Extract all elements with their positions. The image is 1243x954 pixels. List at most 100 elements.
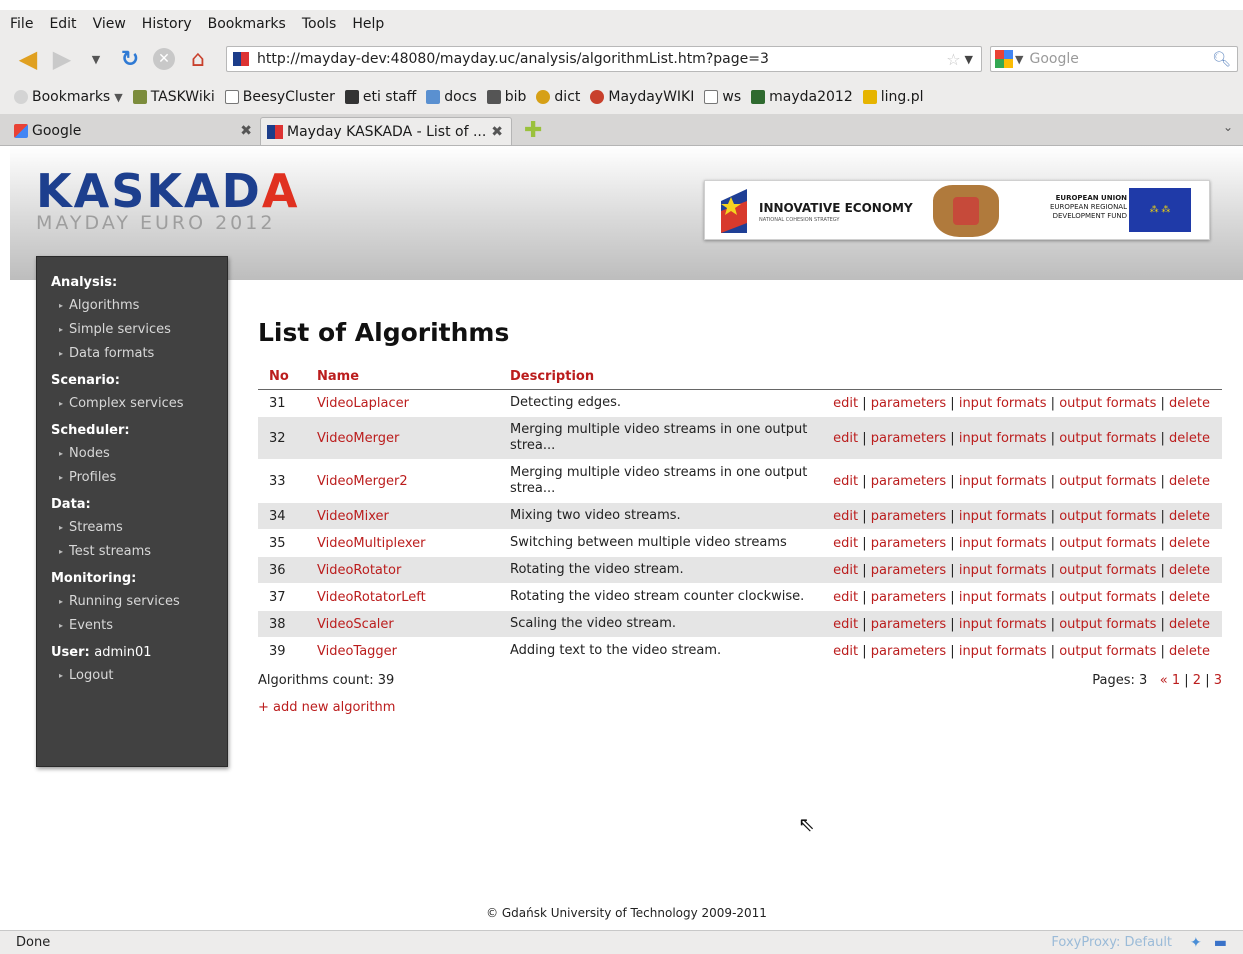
forward-arrow-icon[interactable]: ▶: [48, 45, 76, 73]
close-icon[interactable]: ✖: [240, 123, 252, 139]
bookmark-ws[interactable]: ws: [704, 89, 741, 105]
algorithm-name-link[interactable]: VideoMerger2: [306, 459, 499, 503]
column-header-no[interactable]: No: [258, 369, 306, 390]
parameters-link[interactable]: parameters: [871, 563, 946, 578]
output-formats-link[interactable]: output formats: [1059, 431, 1156, 446]
edit-link[interactable]: edit: [833, 431, 858, 446]
column-header-name[interactable]: Name: [306, 369, 499, 390]
url-text[interactable]: http://mayday-dev:48080/mayday.uc/analys…: [257, 51, 946, 67]
bookmark-beesycluster[interactable]: BeesyCluster: [224, 89, 335, 105]
parameters-link[interactable]: parameters: [871, 617, 946, 632]
sidebar-item-profiles[interactable]: ▸ Profiles: [51, 470, 227, 485]
algorithm-name-link[interactable]: VideoMerger: [306, 416, 499, 460]
input-formats-link[interactable]: input formats: [959, 617, 1047, 632]
delete-link[interactable]: delete: [1169, 396, 1210, 411]
pagination-prev[interactable]: «: [1160, 673, 1168, 688]
delete-link[interactable]: delete: [1169, 590, 1210, 605]
parameters-link[interactable]: parameters: [871, 644, 946, 659]
input-formats-link[interactable]: input formats: [959, 396, 1047, 411]
bookmark-star-icon[interactable]: ☆: [946, 50, 960, 69]
parameters-link[interactable]: parameters: [871, 431, 946, 446]
search-bar[interactable]: ▼ Google 🔍︎: [990, 46, 1238, 72]
new-tab-icon[interactable]: ✚: [524, 118, 542, 143]
stop-button[interactable]: ✕: [150, 45, 178, 73]
close-icon[interactable]: ✖: [491, 124, 503, 140]
menu-help[interactable]: Help: [352, 16, 384, 32]
delete-link[interactable]: delete: [1169, 617, 1210, 632]
output-formats-link[interactable]: output formats: [1059, 474, 1156, 489]
menu-view[interactable]: View: [93, 16, 126, 32]
search-engine-icon[interactable]: [995, 50, 1013, 68]
bookmark-taskwiki[interactable]: TASKWiki: [132, 89, 215, 105]
menu-history[interactable]: History: [142, 16, 192, 32]
edit-link[interactable]: edit: [833, 590, 858, 605]
output-formats-link[interactable]: output formats: [1059, 563, 1156, 578]
menu-bookmarks[interactable]: Bookmarks: [208, 16, 286, 32]
parameters-link[interactable]: parameters: [871, 474, 946, 489]
input-formats-link[interactable]: input formats: [959, 509, 1047, 524]
algorithm-name-link[interactable]: VideoMixer: [306, 502, 499, 530]
output-formats-link[interactable]: output formats: [1059, 617, 1156, 632]
menu-edit[interactable]: Edit: [49, 16, 76, 32]
delete-link[interactable]: delete: [1169, 474, 1210, 489]
url-bar[interactable]: http://mayday-dev:48080/mayday.uc/analys…: [226, 46, 982, 72]
back-arrow-icon[interactable]: ◀: [14, 45, 42, 73]
sidebar-item-complex-services[interactable]: ▸ Complex services: [51, 396, 227, 411]
sidebar-item-running-services[interactable]: ▸ Running services: [51, 594, 227, 609]
sidebar-item-simple-services[interactable]: ▸ Simple services: [51, 322, 227, 337]
bookmark-menu[interactable]: Bookmarks ▼: [14, 89, 123, 105]
sidebar-item-test-streams[interactable]: ▸ Test streams: [51, 544, 227, 559]
parameters-link[interactable]: parameters: [871, 536, 946, 551]
search-icon[interactable]: 🔍︎: [1212, 50, 1231, 68]
edit-link[interactable]: edit: [833, 644, 858, 659]
bookmark-dict[interactable]: dict: [536, 89, 580, 105]
edit-link[interactable]: edit: [833, 536, 858, 551]
sidebar-item-data-formats[interactable]: ▸ Data formats: [51, 346, 227, 361]
delete-link[interactable]: delete: [1169, 644, 1210, 659]
delete-link[interactable]: delete: [1169, 431, 1210, 446]
edit-link[interactable]: edit: [833, 396, 858, 411]
history-dropdown-icon[interactable]: ▼: [82, 45, 110, 73]
menu-file[interactable]: File: [10, 16, 33, 32]
output-formats-link[interactable]: output formats: [1059, 590, 1156, 605]
edit-link[interactable]: edit: [833, 509, 858, 524]
column-header-description[interactable]: Description: [499, 369, 810, 390]
bookmark-mayda2012[interactable]: mayda2012: [751, 89, 853, 105]
input-formats-link[interactable]: input formats: [959, 590, 1047, 605]
delete-link[interactable]: delete: [1169, 563, 1210, 578]
foxyproxy-status[interactable]: FoxyProxy: Default: [1051, 935, 1172, 950]
reload-icon[interactable]: ↻: [116, 45, 144, 73]
delete-link[interactable]: delete: [1169, 509, 1210, 524]
url-dropdown-icon[interactable]: ▼: [965, 53, 973, 66]
menu-tools[interactable]: Tools: [302, 16, 337, 32]
parameters-link[interactable]: parameters: [871, 396, 946, 411]
tab-google[interactable]: Google ✖: [8, 117, 260, 145]
parameters-link[interactable]: parameters: [871, 509, 946, 524]
algorithm-name-link[interactable]: VideoScaler: [306, 610, 499, 638]
bookmark-maydaywiki[interactable]: MaydayWIKI: [590, 89, 694, 105]
output-formats-link[interactable]: output formats: [1059, 644, 1156, 659]
bookmark-docs[interactable]: docs: [426, 89, 477, 105]
input-formats-link[interactable]: input formats: [959, 563, 1047, 578]
delete-link[interactable]: delete: [1169, 536, 1210, 551]
foxyproxy-icon[interactable]: ✦: [1190, 935, 1202, 951]
home-icon[interactable]: ⌂: [184, 45, 212, 73]
algorithm-name-link[interactable]: VideoTagger: [306, 637, 499, 665]
algorithm-name-link[interactable]: VideoRotatorLeft: [306, 583, 499, 611]
output-formats-link[interactable]: output formats: [1059, 536, 1156, 551]
tab-list-icon[interactable]: ⌄: [1223, 120, 1233, 134]
algorithm-name-link[interactable]: VideoRotator: [306, 556, 499, 584]
input-formats-link[interactable]: input formats: [959, 536, 1047, 551]
search-engine-dropdown-icon[interactable]: ▼: [1015, 53, 1023, 66]
search-input[interactable]: Google: [1029, 51, 1211, 67]
algorithm-name-link[interactable]: VideoLaplacer: [306, 389, 499, 417]
sidebar-item-events[interactable]: ▸ Events: [51, 618, 227, 633]
parameters-link[interactable]: parameters: [871, 590, 946, 605]
tab-kaskada[interactable]: Mayday KASKADA - List of ... ✖: [260, 117, 512, 145]
output-formats-link[interactable]: output formats: [1059, 509, 1156, 524]
bookmark-eti-staff[interactable]: eti staff: [344, 89, 416, 105]
sidebar-item-algorithms[interactable]: ▸ Algorithms: [51, 298, 227, 313]
input-formats-link[interactable]: input formats: [959, 474, 1047, 489]
sidebar-item-streams[interactable]: ▸ Streams: [51, 520, 227, 535]
input-formats-link[interactable]: input formats: [959, 644, 1047, 659]
